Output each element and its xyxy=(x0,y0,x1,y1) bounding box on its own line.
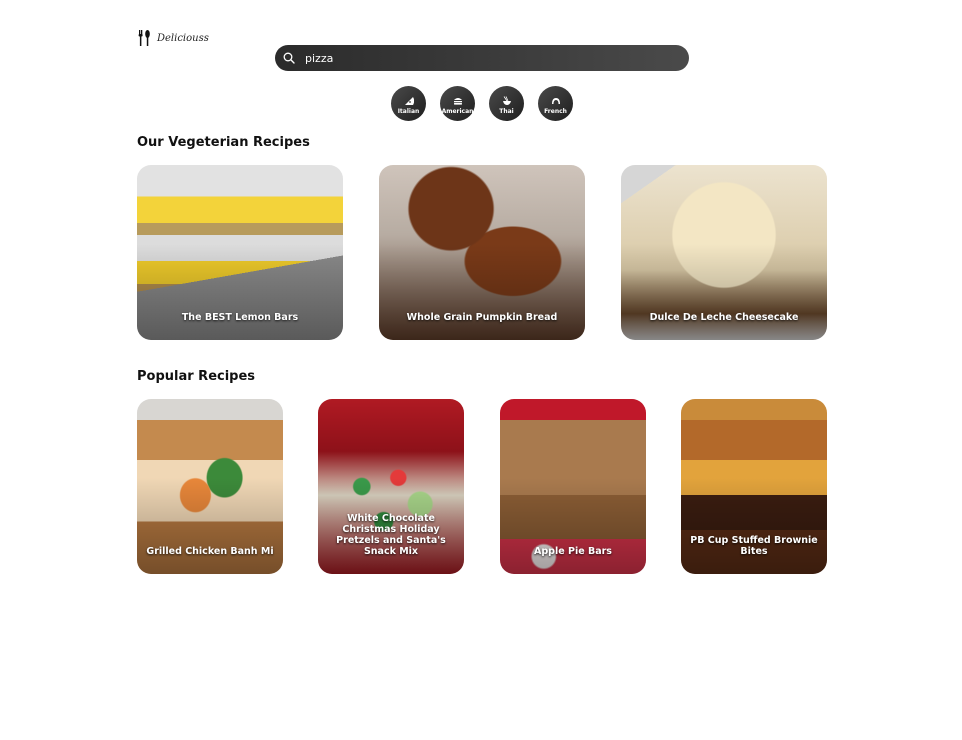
noodles-icon xyxy=(502,95,511,105)
recipe-title: Whole Grain Pumpkin Bread xyxy=(406,312,558,323)
category-label: Italian xyxy=(397,107,420,115)
logo-text: Deliciouss xyxy=(157,32,209,44)
croissant-icon xyxy=(551,97,560,104)
recipe-card[interactable]: Grilled Chicken Banh Mi xyxy=(137,399,283,574)
recipe-card[interactable]: Dulce De Leche Cheesecake xyxy=(621,165,827,340)
recipe-card[interactable]: Whole Grain Pumpkin Bread xyxy=(379,165,585,340)
recipe-card[interactable]: The BEST Lemon Bars xyxy=(137,165,343,340)
recipe-card[interactable]: PB Cup Stuffed Brownie Bites xyxy=(681,399,827,574)
category-french[interactable]: French xyxy=(538,86,573,121)
recipe-title: Grilled Chicken Banh Mi xyxy=(146,546,274,557)
popular-section-title: Popular Recipes xyxy=(137,369,256,384)
recipe-title: Apple Pie Bars xyxy=(534,546,612,557)
search-input[interactable] xyxy=(303,50,667,66)
category-american[interactable]: American xyxy=(440,86,475,121)
logo[interactable]: Deliciouss xyxy=(137,30,209,46)
burger-icon xyxy=(453,97,462,105)
recipe-title: PB Cup Stuffed Brownie Bites xyxy=(690,535,818,557)
recipe-title: White Chocolate Christmas Holiday Pretze… xyxy=(336,513,446,557)
recipe-title: Dulce De Leche Cheesecake xyxy=(649,312,799,323)
recipe-card[interactable]: Apple Pie Bars xyxy=(500,399,646,574)
category-label: French xyxy=(544,107,567,115)
category-italian[interactable]: Italian xyxy=(391,86,426,121)
category-thai[interactable]: Thai xyxy=(489,86,524,121)
vegetarian-section-title: Our Vegeterian Recipes xyxy=(137,135,310,150)
recipe-card[interactable]: White Chocolate Christmas Holiday Pretze… xyxy=(318,399,464,574)
category-list: Italian American Thai French xyxy=(391,86,573,121)
pizza-icon xyxy=(404,96,414,105)
utensils-icon xyxy=(138,30,150,46)
category-label: American xyxy=(441,107,474,115)
recipe-title: The BEST Lemon Bars xyxy=(181,312,299,323)
category-label: Thai xyxy=(499,107,514,115)
search-icon xyxy=(283,52,295,64)
search-bar[interactable] xyxy=(275,45,689,71)
